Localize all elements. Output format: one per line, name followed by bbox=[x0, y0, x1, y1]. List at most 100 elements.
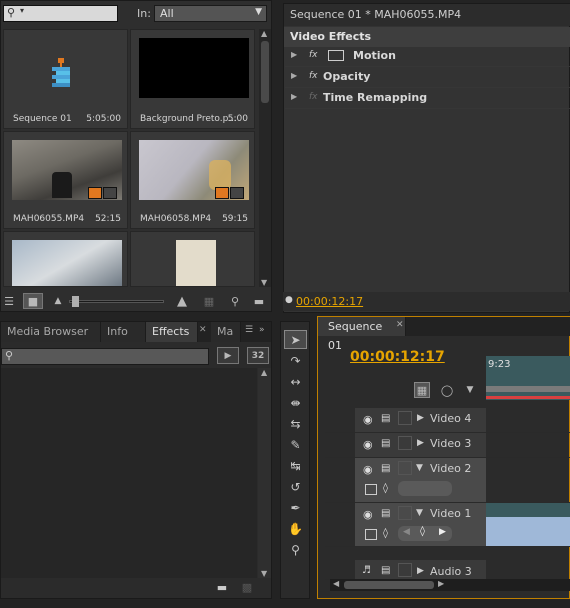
expand-track-icon[interactable]: ▶ bbox=[417, 566, 424, 576]
effect-opacity[interactable]: ▶ fx Opacity bbox=[285, 67, 570, 88]
effect-controls-footer: ● 00:00:12:17 bbox=[283, 292, 570, 311]
tab-media-browser[interactable]: Media Browser bbox=[1, 322, 101, 342]
eye-icon[interactable]: ◉ bbox=[363, 508, 373, 521]
expand-track-icon[interactable]: ▶ bbox=[417, 438, 424, 448]
timeline-zoom-scrollbar[interactable]: ◀ ▶ bbox=[330, 579, 570, 591]
eye-icon[interactable]: ◉ bbox=[363, 413, 373, 426]
sync-lock-icon[interactable] bbox=[398, 461, 412, 475]
accelerated-effects-icon[interactable]: ▶ bbox=[217, 347, 239, 364]
tab-effects[interactable]: Effects bbox=[146, 322, 198, 342]
expand-triangle-icon[interactable]: ▶ bbox=[291, 71, 297, 80]
project-item-clip[interactable] bbox=[130, 231, 255, 287]
effects-scrollbar[interactable]: ▲ ▼ bbox=[258, 368, 271, 578]
collapse-track-icon[interactable]: ▼ bbox=[416, 463, 423, 473]
panel-menu-icon[interactable]: ☰ bbox=[245, 325, 253, 335]
delete-icon[interactable]: ▩ bbox=[239, 580, 255, 594]
pen-tool-icon[interactable]: ✒ bbox=[284, 498, 307, 517]
effect-controls-title: Sequence 01 * MAH06055.MP4 bbox=[290, 8, 462, 21]
effect-controls-timecode[interactable]: 00:00:12:17 bbox=[296, 295, 363, 308]
transform-icon[interactable] bbox=[328, 50, 344, 61]
sync-lock-icon[interactable] bbox=[398, 411, 412, 425]
expand-triangle-icon[interactable]: ▶ bbox=[291, 50, 297, 59]
selection-tool-icon[interactable]: ➤ bbox=[284, 330, 307, 349]
project-item-clip[interactable]: MAH06058.MP4 59:15 bbox=[130, 131, 255, 229]
playhead-line bbox=[486, 396, 570, 399]
expand-track-icon[interactable]: ▶ bbox=[417, 413, 424, 423]
timeline-ruler[interactable]: 9:23 bbox=[486, 356, 570, 400]
chevron-down-icon: ▼ bbox=[255, 7, 262, 17]
hand-tool-icon[interactable]: ✋ bbox=[284, 519, 307, 538]
lock-icon[interactable]: ▤ bbox=[381, 413, 390, 424]
eye-icon[interactable]: ◉ bbox=[363, 438, 373, 451]
project-item-clip[interactable]: MAH06055.MP4 52:15 bbox=[3, 131, 128, 229]
rate-stretch-tool-icon[interactable]: ⇆ bbox=[284, 414, 307, 433]
add-keyframe-icon[interactable]: ◊ bbox=[420, 526, 425, 537]
zoom-slider[interactable] bbox=[69, 296, 164, 307]
timeline-tab-bar: Sequence 01 ✕ bbox=[318, 317, 570, 352]
effects-search-input[interactable]: ⚲ bbox=[1, 348, 209, 365]
snap-icon[interactable]: ▦ bbox=[414, 382, 430, 398]
display-style-icon[interactable] bbox=[365, 529, 377, 540]
timeline-timecode[interactable]: 00:00:12:17 bbox=[350, 349, 445, 365]
find-icon[interactable]: ⚲ bbox=[227, 293, 243, 309]
keyframe-nav[interactable]: ◀ ◊ ▶ bbox=[398, 526, 452, 541]
effect-time-remapping[interactable]: ▶ fx Time Remapping bbox=[285, 88, 570, 109]
project-item-sequence[interactable]: Sequence 01 5:05:00 bbox=[3, 29, 128, 129]
effects-list bbox=[1, 368, 257, 578]
marker-icon[interactable]: ◯ bbox=[440, 382, 454, 398]
effect-motion[interactable]: ▶ fx Motion bbox=[285, 46, 570, 67]
black-thumbnail bbox=[139, 38, 249, 98]
lock-icon[interactable]: ▤ bbox=[381, 508, 390, 519]
lock-icon[interactable]: ▤ bbox=[381, 565, 390, 576]
lock-icon[interactable]: ▤ bbox=[381, 438, 390, 449]
32bit-effects-icon[interactable]: 32 bbox=[247, 347, 269, 364]
tab-sequence[interactable]: Sequence 01 bbox=[318, 317, 406, 352]
new-bin-icon[interactable]: ▬ bbox=[214, 580, 230, 594]
keyframe-nav[interactable] bbox=[398, 481, 452, 496]
work-area-bar[interactable] bbox=[486, 386, 570, 392]
expand-triangle-icon[interactable]: ▶ bbox=[291, 92, 297, 101]
in-select[interactable]: All ▼ bbox=[154, 5, 267, 22]
track-select-tool-icon[interactable]: ↷ bbox=[284, 351, 307, 370]
keyframe-icon[interactable]: ◊ bbox=[383, 528, 388, 539]
paper-thumbnail bbox=[176, 240, 216, 286]
tab-info[interactable]: Info bbox=[101, 322, 146, 342]
project-item-clip[interactable] bbox=[3, 231, 128, 287]
add-marker-icon[interactable]: ▼ bbox=[464, 382, 476, 398]
close-icon[interactable]: ✕ bbox=[199, 325, 207, 335]
sync-lock-icon[interactable] bbox=[398, 563, 412, 577]
collapse-track-icon[interactable]: ▼ bbox=[416, 508, 423, 518]
tab-markers[interactable]: Ma bbox=[211, 322, 241, 342]
effects-panel: Media Browser Info Effects ✕ Ma ☰ » ⚲ ▶ … bbox=[0, 321, 272, 599]
overflow-icon[interactable]: » bbox=[259, 325, 265, 335]
new-bin-icon[interactable]: ▬ bbox=[251, 293, 267, 309]
automate-icon[interactable]: ▦ bbox=[201, 293, 217, 309]
zoom-in-icon[interactable]: ▲ bbox=[171, 293, 193, 309]
prev-keyframe-icon[interactable]: ◀ bbox=[403, 527, 410, 537]
lock-icon[interactable]: ▤ bbox=[381, 463, 390, 474]
sync-lock-icon[interactable] bbox=[398, 436, 412, 450]
ripple-edit-tool-icon[interactable]: ↔ bbox=[284, 372, 307, 391]
razor-tool-icon[interactable]: ✎ bbox=[284, 435, 307, 454]
project-search-box[interactable]: ⚲ ▾ bbox=[3, 5, 118, 22]
project-scrollbar[interactable]: ▲ ▼ bbox=[259, 29, 271, 287]
project-item-background[interactable]: Background Preto.p... 5:00 bbox=[130, 29, 255, 129]
video-audio-badge bbox=[215, 187, 245, 199]
sync-lock-icon[interactable] bbox=[398, 506, 412, 520]
list-view-icon[interactable]: ☰ bbox=[1, 293, 17, 309]
close-icon[interactable]: ✕ bbox=[396, 320, 404, 330]
track-name: Audio 3 bbox=[430, 565, 472, 578]
next-keyframe-icon[interactable]: ▶ bbox=[439, 527, 446, 537]
keyframe-icon[interactable]: ◊ bbox=[383, 483, 388, 494]
slide-tool-icon[interactable]: ↺ bbox=[284, 477, 307, 496]
slip-tool-icon[interactable]: ↹ bbox=[284, 456, 307, 475]
zoom-out-icon[interactable]: ▲ bbox=[51, 293, 65, 309]
rolling-edit-tool-icon[interactable]: ⇼ bbox=[284, 393, 307, 412]
icon-view-icon[interactable]: ■ bbox=[23, 293, 43, 309]
eye-icon[interactable]: ◉ bbox=[363, 463, 373, 476]
zoom-tool-icon[interactable]: ⚲ bbox=[284, 540, 307, 559]
display-style-icon[interactable] bbox=[365, 484, 377, 495]
speaker-icon[interactable]: ♬ bbox=[362, 565, 371, 576]
clip-mah06055[interactable] bbox=[486, 503, 570, 546]
track-name: Video 4 bbox=[430, 412, 472, 425]
